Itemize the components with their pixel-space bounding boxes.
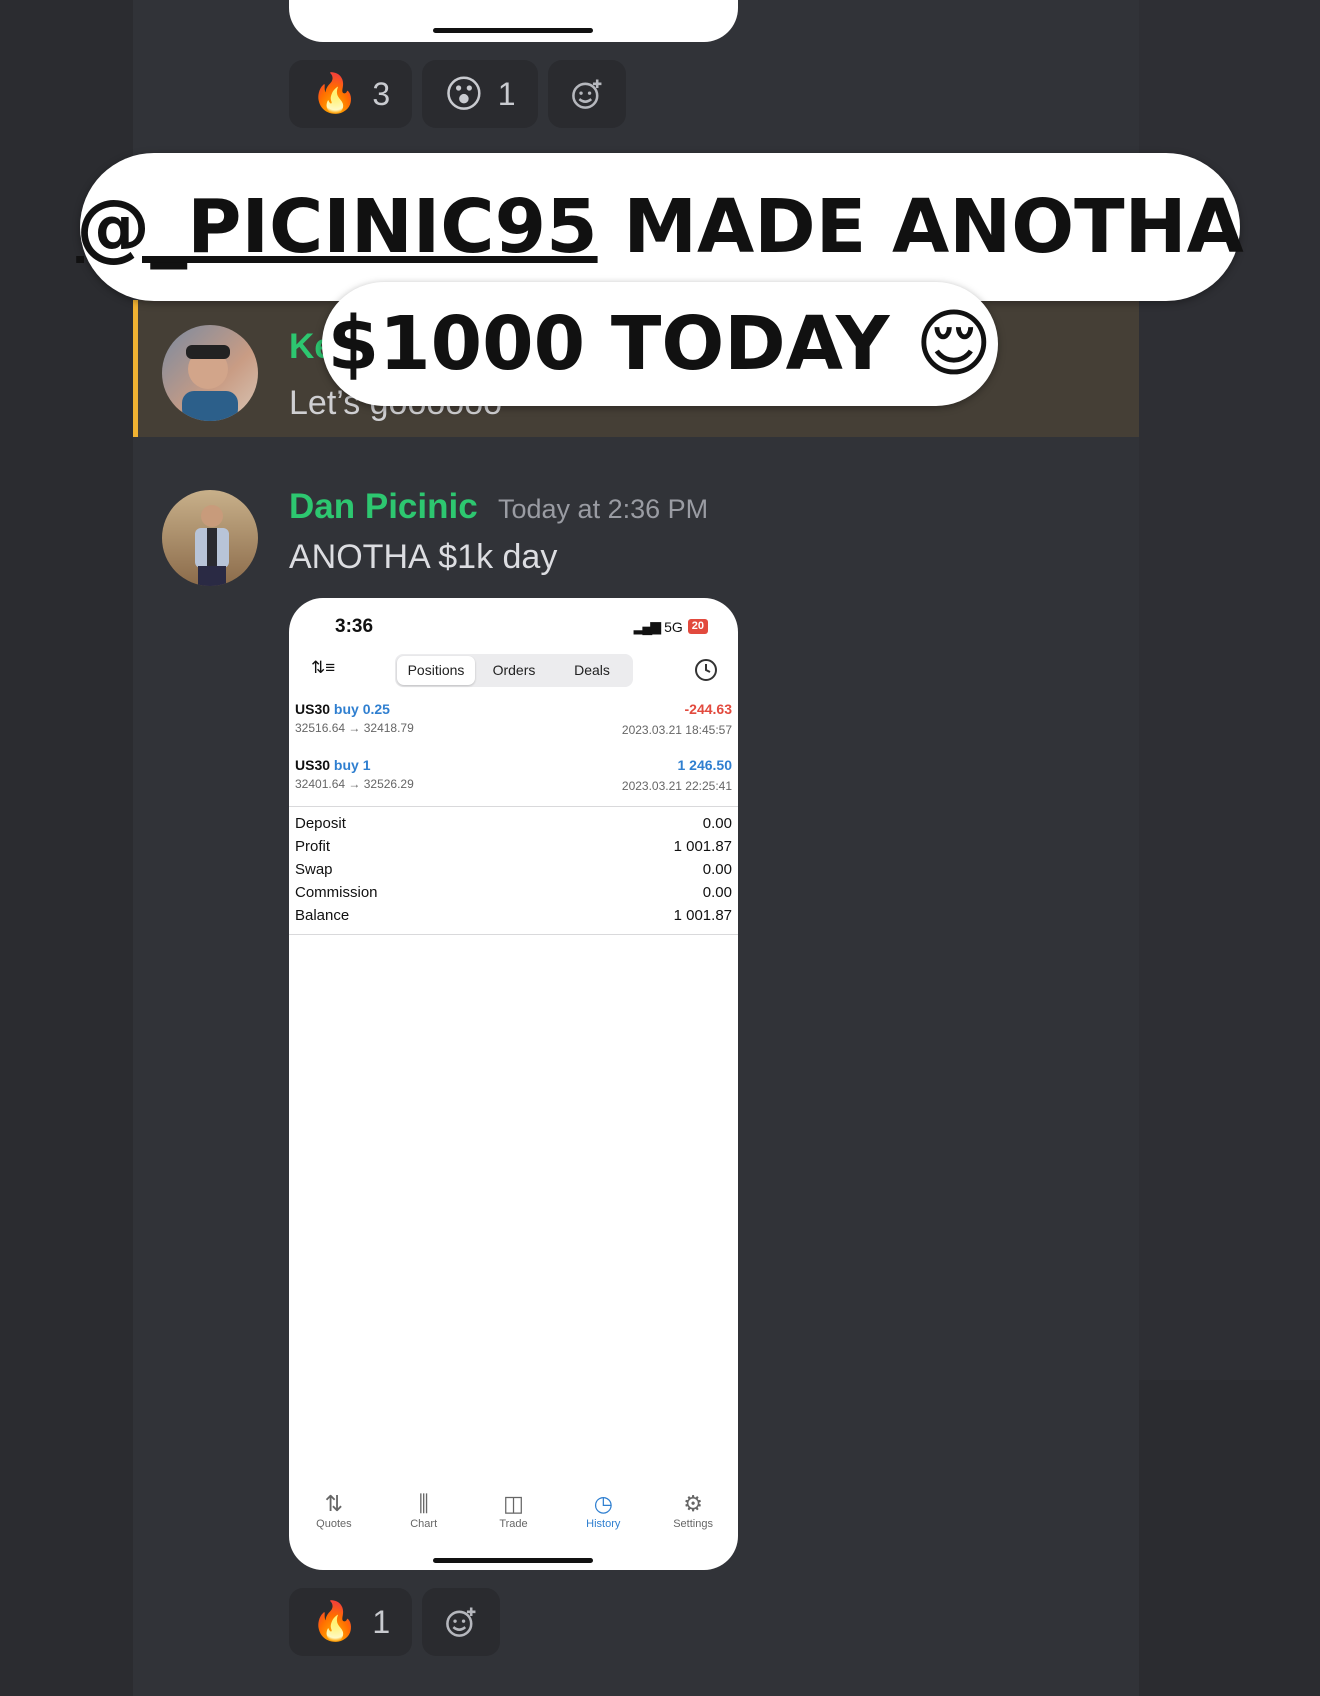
reaction-surprised[interactable]: 😮 1 <box>422 60 538 128</box>
signal-icon: ▂▄▆ <box>633 618 661 634</box>
settings-icon: ⚙ <box>683 1491 703 1516</box>
avatar[interactable] <box>162 325 258 421</box>
position-profit: -244.63 <box>684 701 732 717</box>
summary-label: Commission <box>295 884 378 901</box>
add-reaction-button[interactable] <box>422 1588 501 1656</box>
summary-value: 0.00 <box>702 861 732 878</box>
summary-row: Balance 1 001.87 <box>295 907 732 930</box>
reaction-fire[interactable]: 🔥 3 <box>289 60 413 128</box>
divider <box>289 934 738 935</box>
position-time: 2023.03.21 18:45:57 <box>621 723 732 737</box>
trade-history-screenshot[interactable]: 3:36 ▂▄▆ 5G 20 ⇅≡ Positions Orders Deals… <box>289 598 738 1570</box>
summary-label: Swap <box>295 861 333 878</box>
nav-label: Quotes <box>316 1518 352 1530</box>
overlay-mention[interactable]: @_PICINIC95 <box>76 184 597 270</box>
nav-label: Chart <box>410 1518 438 1530</box>
home-indicator <box>433 1558 593 1563</box>
mention-highlight-bar <box>133 300 138 437</box>
trade-icon: ◫ <box>503 1491 524 1516</box>
sort-icon[interactable]: ⇅≡ <box>311 658 335 678</box>
nav-settings[interactable]: ⚙ Settings <box>648 1490 738 1530</box>
position-row[interactable]: US30 buy 1 1 246.50 32401.64 → 32526.29 … <box>295 757 732 801</box>
overlay-line2-text: $1000 TODAY 😌 <box>327 301 993 387</box>
reaction-row-bottom: 🔥 1 <box>289 1588 501 1656</box>
add-reaction-button[interactable] <box>547 60 626 128</box>
battery-icon: 20 <box>687 619 708 634</box>
nav-quotes[interactable]: ⇅ Quotes <box>289 1490 379 1530</box>
previous-screenshot[interactable] <box>289 0 738 42</box>
bottom-nav: ⇅ Quotes ⫼ Chart ◫ Trade ◷ History ⚙ Set… <box>289 1490 738 1530</box>
history-icon: ◷ <box>593 1491 613 1516</box>
reaction-count: 1 <box>497 75 516 112</box>
nav-trade[interactable]: ◫ Trade <box>469 1490 559 1530</box>
fire-icon: 🔥 <box>311 73 359 115</box>
nav-label: History <box>586 1518 621 1530</box>
nav-label: Trade <box>499 1518 528 1530</box>
home-indicator <box>433 28 593 33</box>
summary-row: Profit 1 001.87 <box>295 838 732 861</box>
summary-row: Swap 0.00 <box>295 861 732 884</box>
position-symbol: US30 <box>295 701 331 717</box>
summary-value: 1 001.87 <box>673 907 732 924</box>
position-profit: 1 246.50 <box>677 757 733 773</box>
summary-value: 0.00 <box>702 884 732 901</box>
chart-icon: ⫼ <box>418 1491 429 1516</box>
position-side: buy 1 <box>333 757 371 773</box>
summary-row: Commission 0.00 <box>295 884 732 907</box>
avatar-image <box>182 345 238 421</box>
quotes-icon: ⇅ <box>324 1491 344 1516</box>
tab-deals[interactable]: Deals <box>553 656 631 685</box>
surprised-face-icon: 😮 <box>444 73 484 116</box>
overlay-caption-line2: $1000 TODAY 😌 <box>322 282 998 406</box>
history-tabs: Positions Orders Deals <box>395 654 633 687</box>
nav-label: Settings <box>673 1518 713 1530</box>
reaction-count: 3 <box>372 75 391 112</box>
position-row[interactable]: US30 buy 0.25 -244.63 32516.64 → 32418.7… <box>295 701 732 745</box>
network-label: 5G <box>664 618 683 635</box>
add-reaction-icon <box>446 1607 476 1637</box>
message-author[interactable]: Dan Picinic <box>289 487 478 527</box>
reaction-count: 1 <box>372 1603 391 1640</box>
position-time: 2023.03.21 22:25:41 <box>621 779 732 793</box>
position-symbol: US30 <box>295 757 331 773</box>
tab-positions[interactable]: Positions <box>397 656 475 685</box>
phone-status-bar: 3:36 ▂▄▆ 5G 20 <box>289 616 738 646</box>
summary-label: Profit <box>295 838 331 855</box>
reaction-fire[interactable]: 🔥 1 <box>289 1588 413 1656</box>
summary-value: 0.00 <box>702 815 732 832</box>
summary-value: 1 001.87 <box>673 838 732 855</box>
message-text: ANOTHA $1k day <box>289 538 558 576</box>
add-reaction-icon <box>571 79 601 109</box>
summary-label: Deposit <box>295 815 346 832</box>
summary-row: Deposit 0.00 <box>295 815 732 838</box>
message-timestamp: Today at 2:36 PM <box>498 494 709 524</box>
overlay-caption-line1: @_PICINIC95 MADE ANOTHA <box>76 153 1244 301</box>
position-side: buy 0.25 <box>333 701 390 717</box>
nav-history[interactable]: ◷ History <box>558 1490 648 1530</box>
reaction-row-top: 🔥 3 😮 1 <box>289 60 626 128</box>
divider <box>289 806 738 807</box>
avatar-image <box>195 505 229 586</box>
fire-icon: 🔥 <box>311 1601 359 1643</box>
clock-icon[interactable] <box>694 658 718 682</box>
tab-orders[interactable]: Orders <box>475 656 553 685</box>
status-indicators: ▂▄▆ 5G 20 <box>634 618 708 635</box>
nav-chart[interactable]: ⫼ Chart <box>379 1490 469 1530</box>
summary-label: Balance <box>295 907 350 924</box>
overlay-line1-text: MADE ANOTHA <box>597 184 1244 270</box>
avatar[interactable] <box>162 490 258 586</box>
status-time: 3:36 <box>335 616 374 637</box>
